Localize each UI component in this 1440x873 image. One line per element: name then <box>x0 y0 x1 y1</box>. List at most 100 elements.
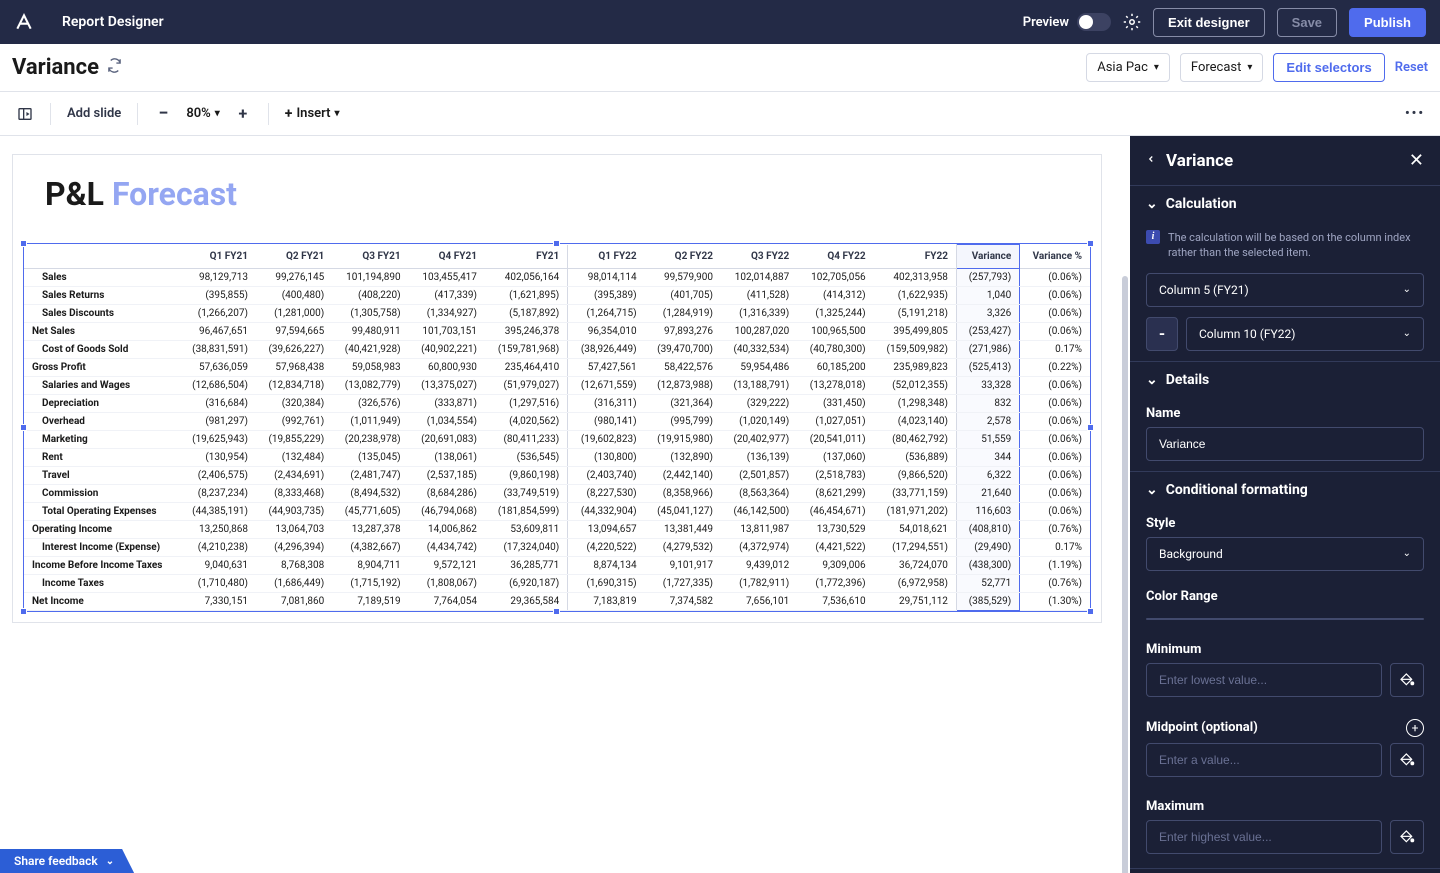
calculation-section-toggle[interactable]: ⌄ Calculation <box>1130 185 1440 222</box>
region-label: Asia Pac <box>1097 60 1148 75</box>
name-input[interactable] <box>1146 427 1424 461</box>
insert-button[interactable]: + Insert ▾ <box>279 106 346 122</box>
divider <box>137 103 138 125</box>
exit-designer-button[interactable]: Exit designer <box>1153 8 1265 37</box>
column-header[interactable]: FY22 <box>874 245 957 269</box>
cell: (4,434,742) <box>409 539 485 557</box>
operator-select[interactable]: - <box>1146 317 1178 351</box>
cell: (19,625,943) <box>180 431 256 449</box>
zoom-select[interactable]: 80% ▾ <box>182 106 223 121</box>
cell: (0.06%) <box>1020 413 1090 431</box>
preview-toggle[interactable] <box>1077 13 1111 31</box>
midpoint-color-picker[interactable] <box>1390 743 1424 777</box>
selection-handle[interactable] <box>1087 424 1094 431</box>
cell: 57,968,438 <box>256 359 332 377</box>
cell: (13,375,027) <box>409 377 485 395</box>
column-header[interactable]: Q4 FY21 <box>409 245 485 269</box>
maximum-input[interactable] <box>1146 820 1382 854</box>
row-label: Overhead <box>24 413 180 431</box>
cell: (1,715,192) <box>332 575 408 593</box>
minimum-color-picker[interactable] <box>1390 663 1424 697</box>
column-b-select[interactable]: Column 10 (FY22) ⌄ <box>1186 317 1424 351</box>
cell: (9,866,520) <box>874 467 957 485</box>
column-header[interactable]: Q2 FY21 <box>256 245 332 269</box>
add-slide-button[interactable]: Add slide <box>61 106 127 121</box>
cell: 9,439,012 <box>721 557 797 575</box>
cell: (395,855) <box>180 287 256 305</box>
settings-button[interactable] <box>1123 13 1141 31</box>
back-button[interactable] <box>1146 152 1156 170</box>
cell: (5,187,892) <box>485 305 568 323</box>
selection-handle[interactable] <box>20 608 27 615</box>
canvas[interactable]: P&L Forecast Q1 FY21Q2 FY21Q3 FY21Q4 FY2… <box>0 136 1130 873</box>
scenario-selector[interactable]: Forecast ▾ <box>1180 53 1264 82</box>
cell: 59,954,486 <box>721 359 797 377</box>
cell: (992,761) <box>256 413 332 431</box>
cell: 6,322 <box>956 467 1019 485</box>
selection-handle[interactable] <box>553 240 560 247</box>
refresh-icon[interactable] <box>107 58 122 77</box>
cell: (19,602,823) <box>568 431 645 449</box>
region-selector[interactable]: Asia Pac ▾ <box>1086 53 1170 82</box>
column-header[interactable]: Q2 FY22 <box>645 245 721 269</box>
column-header[interactable]: Variance <box>956 245 1019 269</box>
cell: (138,061) <box>409 449 485 467</box>
column-header[interactable] <box>24 245 180 269</box>
column-header[interactable]: Q4 FY22 <box>797 245 873 269</box>
selection-handle[interactable] <box>20 424 27 431</box>
publish-button[interactable]: Publish <box>1349 8 1426 37</box>
cell: 7,189,519 <box>332 593 408 611</box>
reset-link[interactable]: Reset <box>1395 60 1428 75</box>
cell: (6,972,958) <box>874 575 957 593</box>
cell: 235,464,410 <box>485 359 568 377</box>
column-header[interactable]: Q1 FY22 <box>568 245 645 269</box>
column-a-select[interactable]: Column 5 (FY21) ⌄ <box>1146 273 1424 307</box>
selection-handle[interactable] <box>20 240 27 247</box>
cell: 832 <box>956 395 1019 413</box>
conditional-formatting-section-toggle[interactable]: ⌄ Conditional formatting <box>1130 471 1440 508</box>
column-header[interactable]: Q3 FY22 <box>721 245 797 269</box>
add-midpoint-button[interactable]: + <box>1406 719 1424 737</box>
chevron-left-icon <box>1146 152 1156 166</box>
cell: (385,529) <box>956 593 1019 611</box>
cell: (13,278,018) <box>797 377 873 395</box>
cell: 9,309,006 <box>797 557 873 575</box>
midpoint-input[interactable] <box>1146 743 1382 777</box>
report-title-a: P&L <box>45 175 112 213</box>
row-label: Commission <box>24 485 180 503</box>
chevron-down-icon: ▾ <box>1247 62 1252 73</box>
cell: (8,563,364) <box>721 485 797 503</box>
column-header[interactable]: Q1 FY21 <box>180 245 256 269</box>
cell: (0.06%) <box>1020 431 1090 449</box>
more-button[interactable]: ••• <box>1400 99 1430 129</box>
minimum-input[interactable] <box>1146 663 1382 697</box>
scrollbar-thumb[interactable] <box>1122 276 1128 873</box>
vertical-scrollbar[interactable] <box>1122 276 1128 873</box>
close-button[interactable]: ✕ <box>1409 150 1424 171</box>
table-selection[interactable]: Q1 FY21Q2 FY21Q3 FY21Q4 FY21FY21Q1 FY22Q… <box>23 243 1091 612</box>
panel-toggle-button[interactable] <box>10 99 40 129</box>
remove-column-button[interactable]: Remove column <box>1130 868 1440 873</box>
selection-handle[interactable] <box>1087 608 1094 615</box>
cell: (159,509,982) <box>874 341 957 359</box>
selection-handle[interactable] <box>553 608 560 615</box>
edit-selectors-button[interactable]: Edit selectors <box>1273 53 1384 82</box>
details-section-toggle[interactable]: ⌄ Details <box>1130 361 1440 398</box>
style-select[interactable]: Background ⌄ <box>1146 537 1424 571</box>
cell: (0.06%) <box>1020 269 1090 287</box>
column-header[interactable]: Variance % <box>1020 245 1090 269</box>
maximum-color-picker[interactable] <box>1390 820 1424 854</box>
row-label: Sales <box>24 269 180 287</box>
zoom-in-button[interactable]: + <box>228 99 258 129</box>
column-header[interactable]: FY21 <box>485 245 568 269</box>
selection-handle[interactable] <box>1087 240 1094 247</box>
column-header[interactable]: Q3 FY21 <box>332 245 408 269</box>
cell: 3,326 <box>956 305 1019 323</box>
share-feedback-button[interactable]: Share feedback ⌄ <box>0 849 134 873</box>
midpoint-label: Midpoint (optional) <box>1146 720 1258 735</box>
row-label: Depreciation <box>24 395 180 413</box>
zoom-out-button[interactable]: − <box>148 99 178 129</box>
cell: 60,185,200 <box>797 359 873 377</box>
cell: 97,893,276 <box>645 323 721 341</box>
plus-icon: + <box>238 104 247 123</box>
